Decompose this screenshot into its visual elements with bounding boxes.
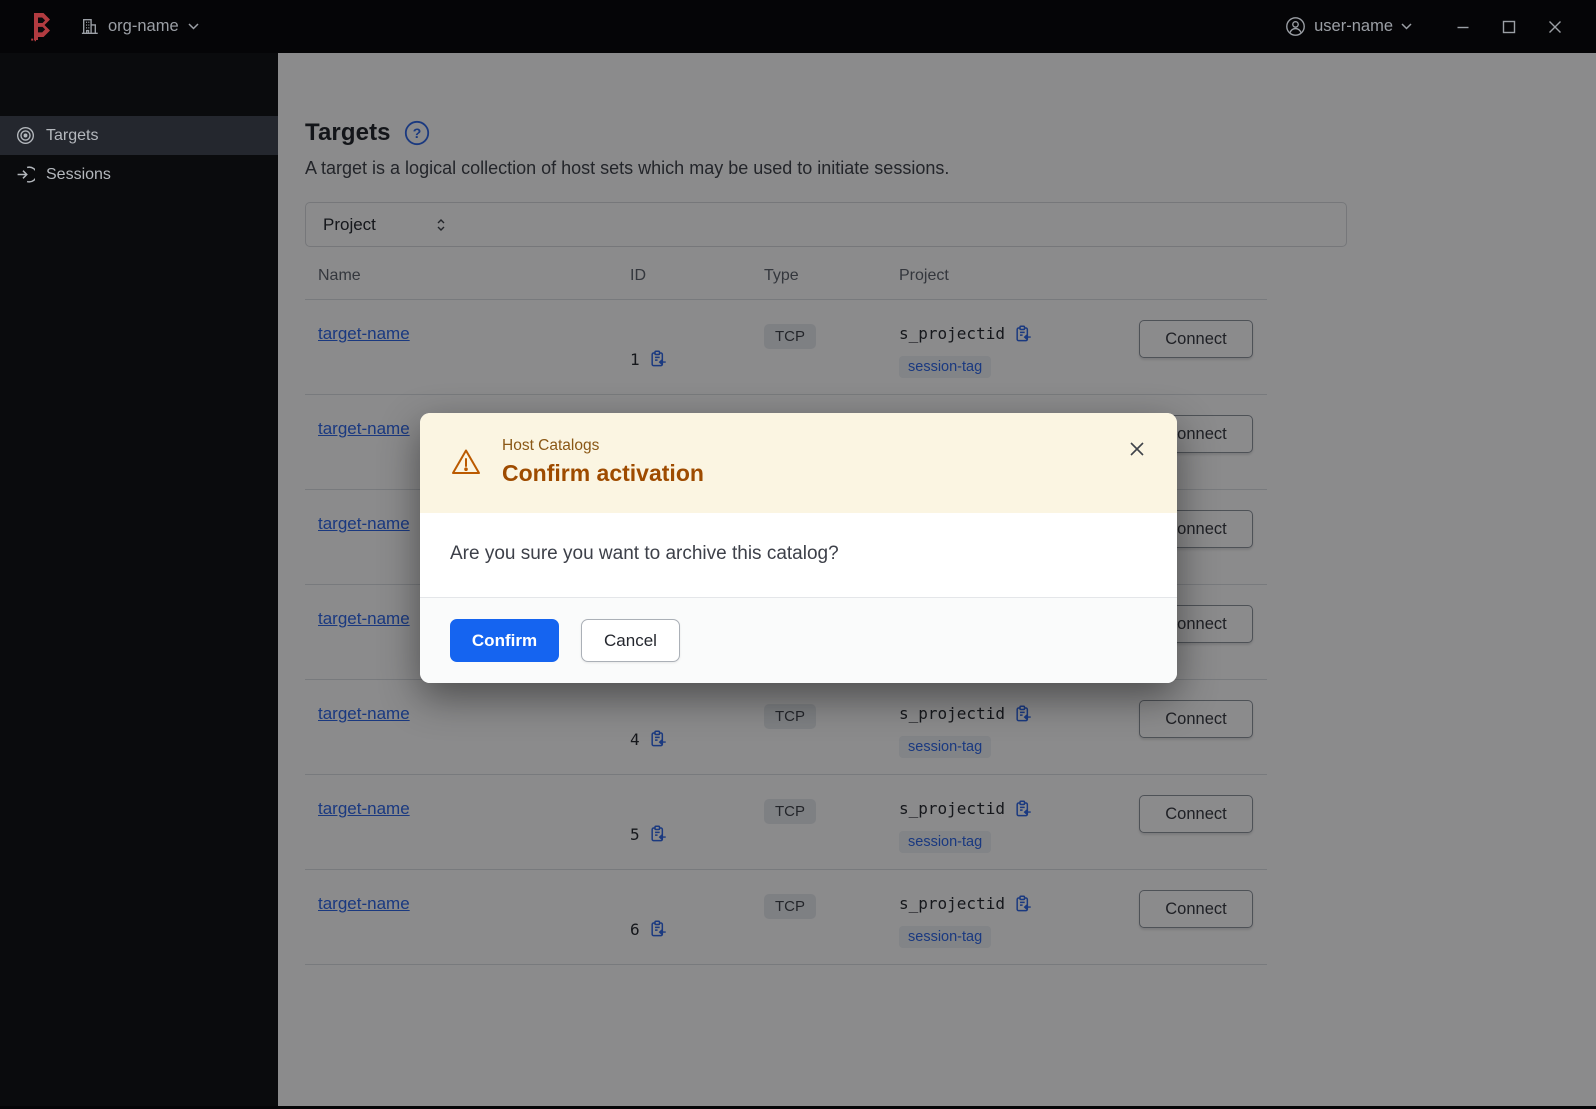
dialog-tagline: Host Catalogs [502, 437, 600, 454]
dialog-body-text: Are you sure you want to archive this ca… [450, 543, 839, 564]
confirm-dialog: Host Catalogs Confirm activation Are you… [420, 413, 1177, 683]
boundary-logo-icon [28, 12, 56, 42]
warning-icon [450, 446, 482, 478]
chevron-down-icon [1401, 23, 1412, 30]
target-icon [16, 126, 35, 145]
title-bar: org-name user-name [0, 0, 1596, 53]
close-icon[interactable] [1127, 439, 1147, 459]
close-window-button[interactable] [1532, 7, 1578, 47]
user-icon [1286, 17, 1306, 36]
org-building-icon [80, 17, 99, 36]
confirm-button[interactable]: Confirm [450, 619, 559, 662]
dialog-footer: Confirm Cancel [420, 597, 1177, 683]
sidebar-item-label: Targets [46, 126, 99, 144]
sessions-icon [16, 165, 35, 184]
dialog-header: Host Catalogs Confirm activation [420, 413, 1177, 513]
org-switcher[interactable]: org-name [80, 17, 199, 36]
minimize-button[interactable] [1440, 7, 1486, 47]
chevron-down-icon [188, 23, 199, 30]
org-name-label: org-name [108, 17, 179, 35]
sidebar: Targets Sessions [0, 53, 278, 1106]
user-menu[interactable]: user-name [1285, 16, 1412, 37]
sidebar-item-sessions[interactable]: Sessions [0, 155, 278, 194]
sidebar-item-targets[interactable]: Targets [0, 116, 278, 155]
dialog-title: Confirm activation [502, 460, 704, 486]
sidebar-item-label: Sessions [46, 165, 111, 183]
user-name-label: user-name [1314, 17, 1393, 35]
maximize-button[interactable] [1486, 7, 1532, 47]
cancel-button[interactable]: Cancel [581, 619, 680, 662]
